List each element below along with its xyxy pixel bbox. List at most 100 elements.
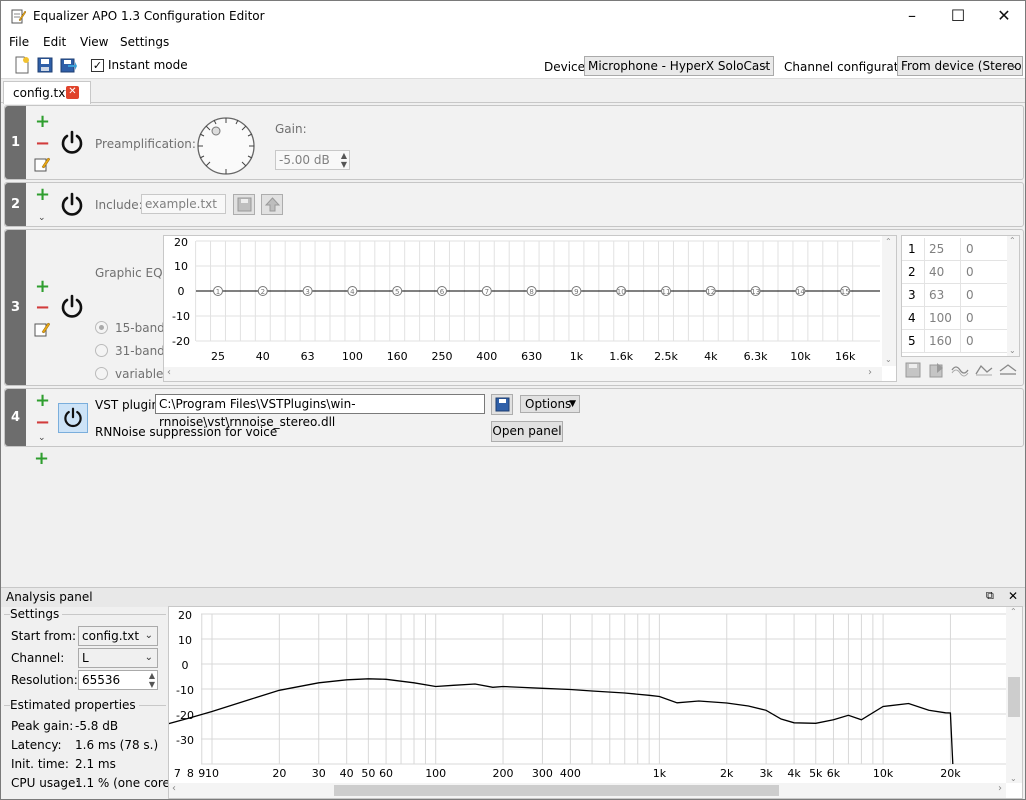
frequency-response-graph[interactable]: 20 10 0 -10 -20 -30 7 8 9 10 20 30 40 50 60 100 20… xyxy=(162,606,1023,799)
vst-path-field[interactable]: C:\Program Files\VSTPlugins\win-rnnoise\… xyxy=(155,394,485,429)
eq-band-node-label: 2 xyxy=(261,288,265,296)
scroll-down-icon[interactable]: ⌄ xyxy=(885,355,892,364)
expand-chevron-icon[interactable]: ⌄ xyxy=(38,213,46,223)
response-x-tick: 10k xyxy=(873,767,894,780)
start-from-select[interactable]: config.txt ⌄ xyxy=(78,626,158,646)
tab-config-txt[interactable]: config.txt ✕ xyxy=(3,81,91,104)
eq-table-frequency[interactable]: 40 xyxy=(924,261,960,283)
eq-table-row[interactable]: 2 40 0 xyxy=(902,261,1008,284)
eq-band-nodes[interactable]: 1 2 3 4 5 6 7 8 9 10 11 12 13 14 15 xyxy=(213,286,851,297)
response-x-tick: 5k xyxy=(809,767,823,780)
options-dropdown-button[interactable]: Options ▼ xyxy=(520,395,580,413)
eq-table-gain[interactable]: 0 xyxy=(960,307,1008,329)
eq-band-table[interactable]: 1 25 0 2 40 0 3 63 0 4 100 0 5 160 0 ⌃ ⌄ xyxy=(901,235,1020,357)
gain-knob-icon[interactable] xyxy=(195,115,257,177)
menu-edit[interactable]: Edit xyxy=(43,35,66,49)
radio-circle xyxy=(95,344,108,357)
scroll-left-icon[interactable]: ‹ xyxy=(172,783,176,794)
include-field[interactable]: example.txt xyxy=(141,194,226,214)
import-icon[interactable] xyxy=(929,362,945,378)
eq-table-row[interactable]: 5 160 0 xyxy=(902,330,1008,353)
scroll-right-icon[interactable]: › xyxy=(868,367,872,378)
tab-close-icon[interactable]: ✕ xyxy=(66,86,79,99)
power-toggle-button[interactable] xyxy=(58,403,88,433)
gain-spinbox[interactable]: -5.00 dB ▲ ▼ xyxy=(275,150,350,170)
eq-table-gain[interactable]: 0 xyxy=(960,330,1008,352)
remove-filter-icon[interactable]: − xyxy=(35,299,50,317)
eq-table-gain[interactable]: 0 xyxy=(960,284,1008,306)
scroll-down-icon[interactable]: ⌄ xyxy=(1009,346,1016,355)
arrow-up-icon xyxy=(265,197,280,212)
power-icon[interactable] xyxy=(59,192,85,218)
invert-response-icon[interactable] xyxy=(951,362,969,378)
power-icon[interactable] xyxy=(59,294,85,320)
scroll-up-icon[interactable]: ⌃ xyxy=(885,237,892,246)
eq-table-frequency[interactable]: 25 xyxy=(924,238,960,260)
eq-table-gain[interactable]: 0 xyxy=(960,238,1008,260)
browse-vst-button[interactable] xyxy=(491,394,513,415)
add-filter-icon[interactable]: + xyxy=(35,113,50,131)
eq-table-row[interactable]: 3 63 0 xyxy=(902,284,1008,307)
power-icon[interactable] xyxy=(59,130,85,156)
frequency-response-plot[interactable]: 20 10 0 -10 -20 -30 7 8 9 10 20 30 40 50 60 100 20… xyxy=(162,607,1022,798)
eq-table-row[interactable]: 1 25 0 xyxy=(902,238,1008,261)
graphic-eq-graph[interactable]: 20 10 0 -10 -20 1 2 3 4 5 6 7 8 9 10 11 12 13 14 15 25… xyxy=(163,235,897,382)
save-icon[interactable] xyxy=(36,56,54,74)
undock-icon[interactable]: ⧉ xyxy=(986,589,994,603)
edit-icon[interactable] xyxy=(34,156,50,172)
add-filter-icon[interactable]: + xyxy=(35,278,50,296)
normalize-response-icon[interactable] xyxy=(975,362,993,378)
include-value: example.txt xyxy=(145,197,217,211)
response-scroll-thumb[interactable] xyxy=(334,785,779,796)
device-label: Device: xyxy=(544,60,590,74)
eq-table-scrollbar[interactable]: ⌃ ⌄ xyxy=(1007,236,1019,356)
eq-table-row[interactable]: 4 100 0 xyxy=(902,307,1008,330)
add-filter-icon[interactable]: + xyxy=(35,392,50,410)
device-select[interactable]: Microphone - HyperX SoloCast ⌄ xyxy=(584,56,774,76)
response-scroll-thumb[interactable] xyxy=(1008,677,1020,717)
maximize-button[interactable]: ☐ xyxy=(935,1,981,32)
scroll-left-icon[interactable]: ‹ xyxy=(167,367,171,378)
remove-filter-icon[interactable]: − xyxy=(35,414,50,432)
eq-table-frequency[interactable]: 63 xyxy=(924,284,960,306)
scroll-right-icon[interactable]: › xyxy=(998,783,1002,794)
add-filter-icon[interactable]: + xyxy=(35,186,50,204)
menu-view[interactable]: View xyxy=(80,35,108,49)
eq-vertical-scrollbar[interactable]: ⌃ ⌄ xyxy=(882,236,896,366)
menu-settings[interactable]: Settings xyxy=(120,35,169,49)
scroll-down-icon[interactable]: ⌄ xyxy=(1010,774,1017,783)
open-file-button[interactable] xyxy=(233,194,255,215)
edit-icon[interactable] xyxy=(34,321,50,337)
save-icon[interactable] xyxy=(905,362,921,378)
channel-select[interactable]: L ⌄ xyxy=(78,648,158,668)
response-vertical-scrollbar[interactable]: ⌃ ⌄ xyxy=(1006,607,1022,783)
response-horizontal-scrollbar[interactable]: ‹ › xyxy=(169,783,1006,798)
open-panel-button[interactable]: Open panel xyxy=(491,421,563,442)
close-panel-icon[interactable]: ✕ xyxy=(1008,589,1018,603)
eq-table-frequency[interactable]: 100 xyxy=(924,307,960,329)
scroll-up-icon[interactable]: ⌃ xyxy=(1009,236,1016,245)
open-include-button[interactable] xyxy=(261,194,283,215)
eq-horizontal-scrollbar[interactable]: ‹ › xyxy=(164,367,882,381)
eq-table-gain[interactable]: 0 xyxy=(960,261,1008,283)
new-file-icon[interactable] xyxy=(13,56,31,74)
eq-plot[interactable]: 20 10 0 -10 -20 1 2 3 4 5 6 7 8 9 10 11 12 13 14 15 25… xyxy=(164,236,896,381)
eq-table-frequency[interactable]: 160 xyxy=(924,330,960,352)
remove-filter-icon[interactable]: − xyxy=(35,135,50,153)
spin-arrows-icon[interactable]: ▲ ▼ xyxy=(341,151,347,169)
reset-response-icon[interactable] xyxy=(999,362,1017,378)
save-as-icon[interactable] xyxy=(59,56,77,74)
scroll-up-icon[interactable]: ⌃ xyxy=(1010,607,1017,616)
close-button[interactable]: ✕ xyxy=(981,1,1025,32)
response-x-tick: 6k xyxy=(827,767,841,780)
minimize-button[interactable]: – xyxy=(889,1,935,32)
menu-file[interactable]: File xyxy=(9,35,29,49)
eq-band-node-label: 12 xyxy=(706,288,715,296)
channel-config-select[interactable]: From device (Stereo) ⌄ xyxy=(897,56,1023,76)
instant-mode-checkbox[interactable]: ✓ xyxy=(91,59,104,72)
resolution-spinbox[interactable]: 65536 ▲ ▼ xyxy=(78,670,158,690)
expand-chevron-icon[interactable]: ⌄ xyxy=(38,433,46,443)
add-filter-icon[interactable]: + xyxy=(34,450,49,468)
eq-x-tick: 160 xyxy=(387,350,408,363)
spin-arrows-icon[interactable]: ▲ ▼ xyxy=(149,671,155,689)
